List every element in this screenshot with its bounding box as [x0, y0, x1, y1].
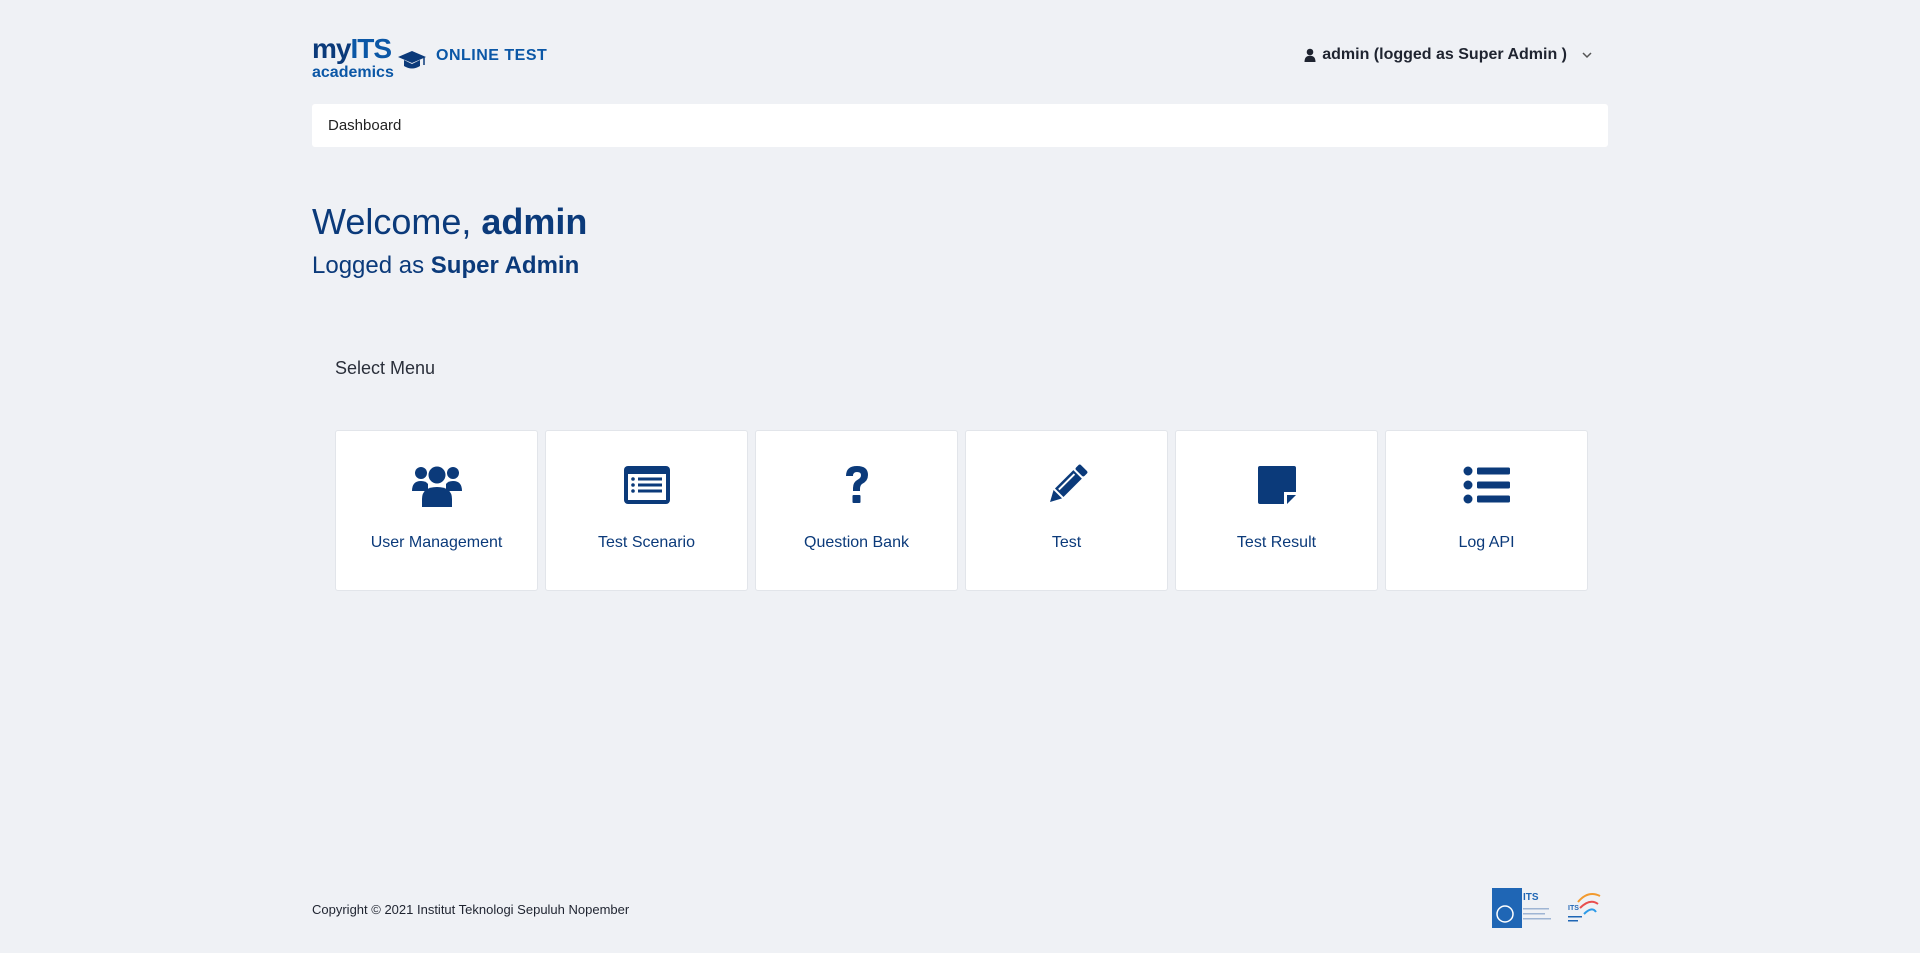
menu-cards: User Management Test Scenario Question B…: [335, 430, 1588, 591]
top-header: myITS academics ONLINE TEST admin (logge…: [312, 30, 1608, 86]
menu-card-label: Test Scenario: [598, 534, 695, 551]
role-subheading: Logged as Super Admin: [312, 250, 579, 282]
chevron-down-icon: [1582, 52, 1592, 59]
user-dropdown[interactable]: admin (logged as Super Admin ): [1304, 46, 1593, 64]
users-icon: [411, 459, 463, 511]
breadcrumb-dashboard[interactable]: Dashboard: [328, 117, 401, 134]
pencil-icon: [1041, 459, 1093, 511]
menu-card-label: Test Result: [1236, 534, 1317, 551]
logo-academics-text: academics: [312, 64, 394, 81]
welcome-heading: Welcome, admin: [312, 200, 587, 244]
question-icon: [831, 459, 883, 511]
graduation-cap-icon: [398, 51, 426, 69]
menu-card-test[interactable]: Test: [965, 430, 1168, 591]
logo-my-text: my: [312, 33, 351, 64]
user-menu-label: admin (logged as Super Admin ): [1322, 46, 1567, 63]
list-icon: [1461, 459, 1513, 511]
logo-wordmark: myITS: [312, 33, 392, 64]
myits-academics-logo[interactable]: myITS academics: [312, 34, 432, 84]
menu-card-question-bank[interactable]: Question Bank: [755, 430, 958, 591]
menu-card-label: Log API: [1458, 534, 1515, 551]
list-alt-icon: [621, 459, 673, 511]
role-prefix: Logged as: [312, 252, 431, 279]
footer-copyright: Copyright © 2021 Institut Teknologi Sepu…: [312, 902, 630, 917]
footer-logos: ITS ITS: [1492, 886, 1606, 930]
menu-card-label: Question Bank: [804, 534, 909, 551]
its-tagline-logo: ITS: [1568, 905, 1579, 912]
its-logo: ITS ITS: [1492, 888, 1601, 928]
menu-card-label: User Management: [370, 534, 503, 551]
sticky-note-icon: [1251, 459, 1303, 511]
menu-card-user-management[interactable]: User Management: [335, 430, 538, 591]
logo-its-text: ITS: [350, 33, 392, 64]
app-name: ONLINE TEST: [436, 47, 548, 64]
its-logo-text: ITS: [1523, 892, 1539, 903]
role-name: Super Admin: [430, 252, 580, 279]
page-container: myITS academics ONLINE TEST admin (logge…: [312, 0, 1608, 953]
user-icon: [1304, 48, 1316, 62]
welcome-username: admin: [481, 201, 588, 242]
menu-card-log-api[interactable]: Log API: [1385, 430, 1588, 591]
menu-card-test-scenario[interactable]: Test Scenario: [545, 430, 748, 591]
breadcrumb: Dashboard: [312, 104, 1608, 147]
menu-card-test-result[interactable]: Test Result: [1175, 430, 1378, 591]
menu-card-label: Test: [1051, 534, 1082, 551]
welcome-prefix: Welcome,: [312, 201, 482, 242]
select-menu-title: Select Menu: [335, 358, 436, 378]
